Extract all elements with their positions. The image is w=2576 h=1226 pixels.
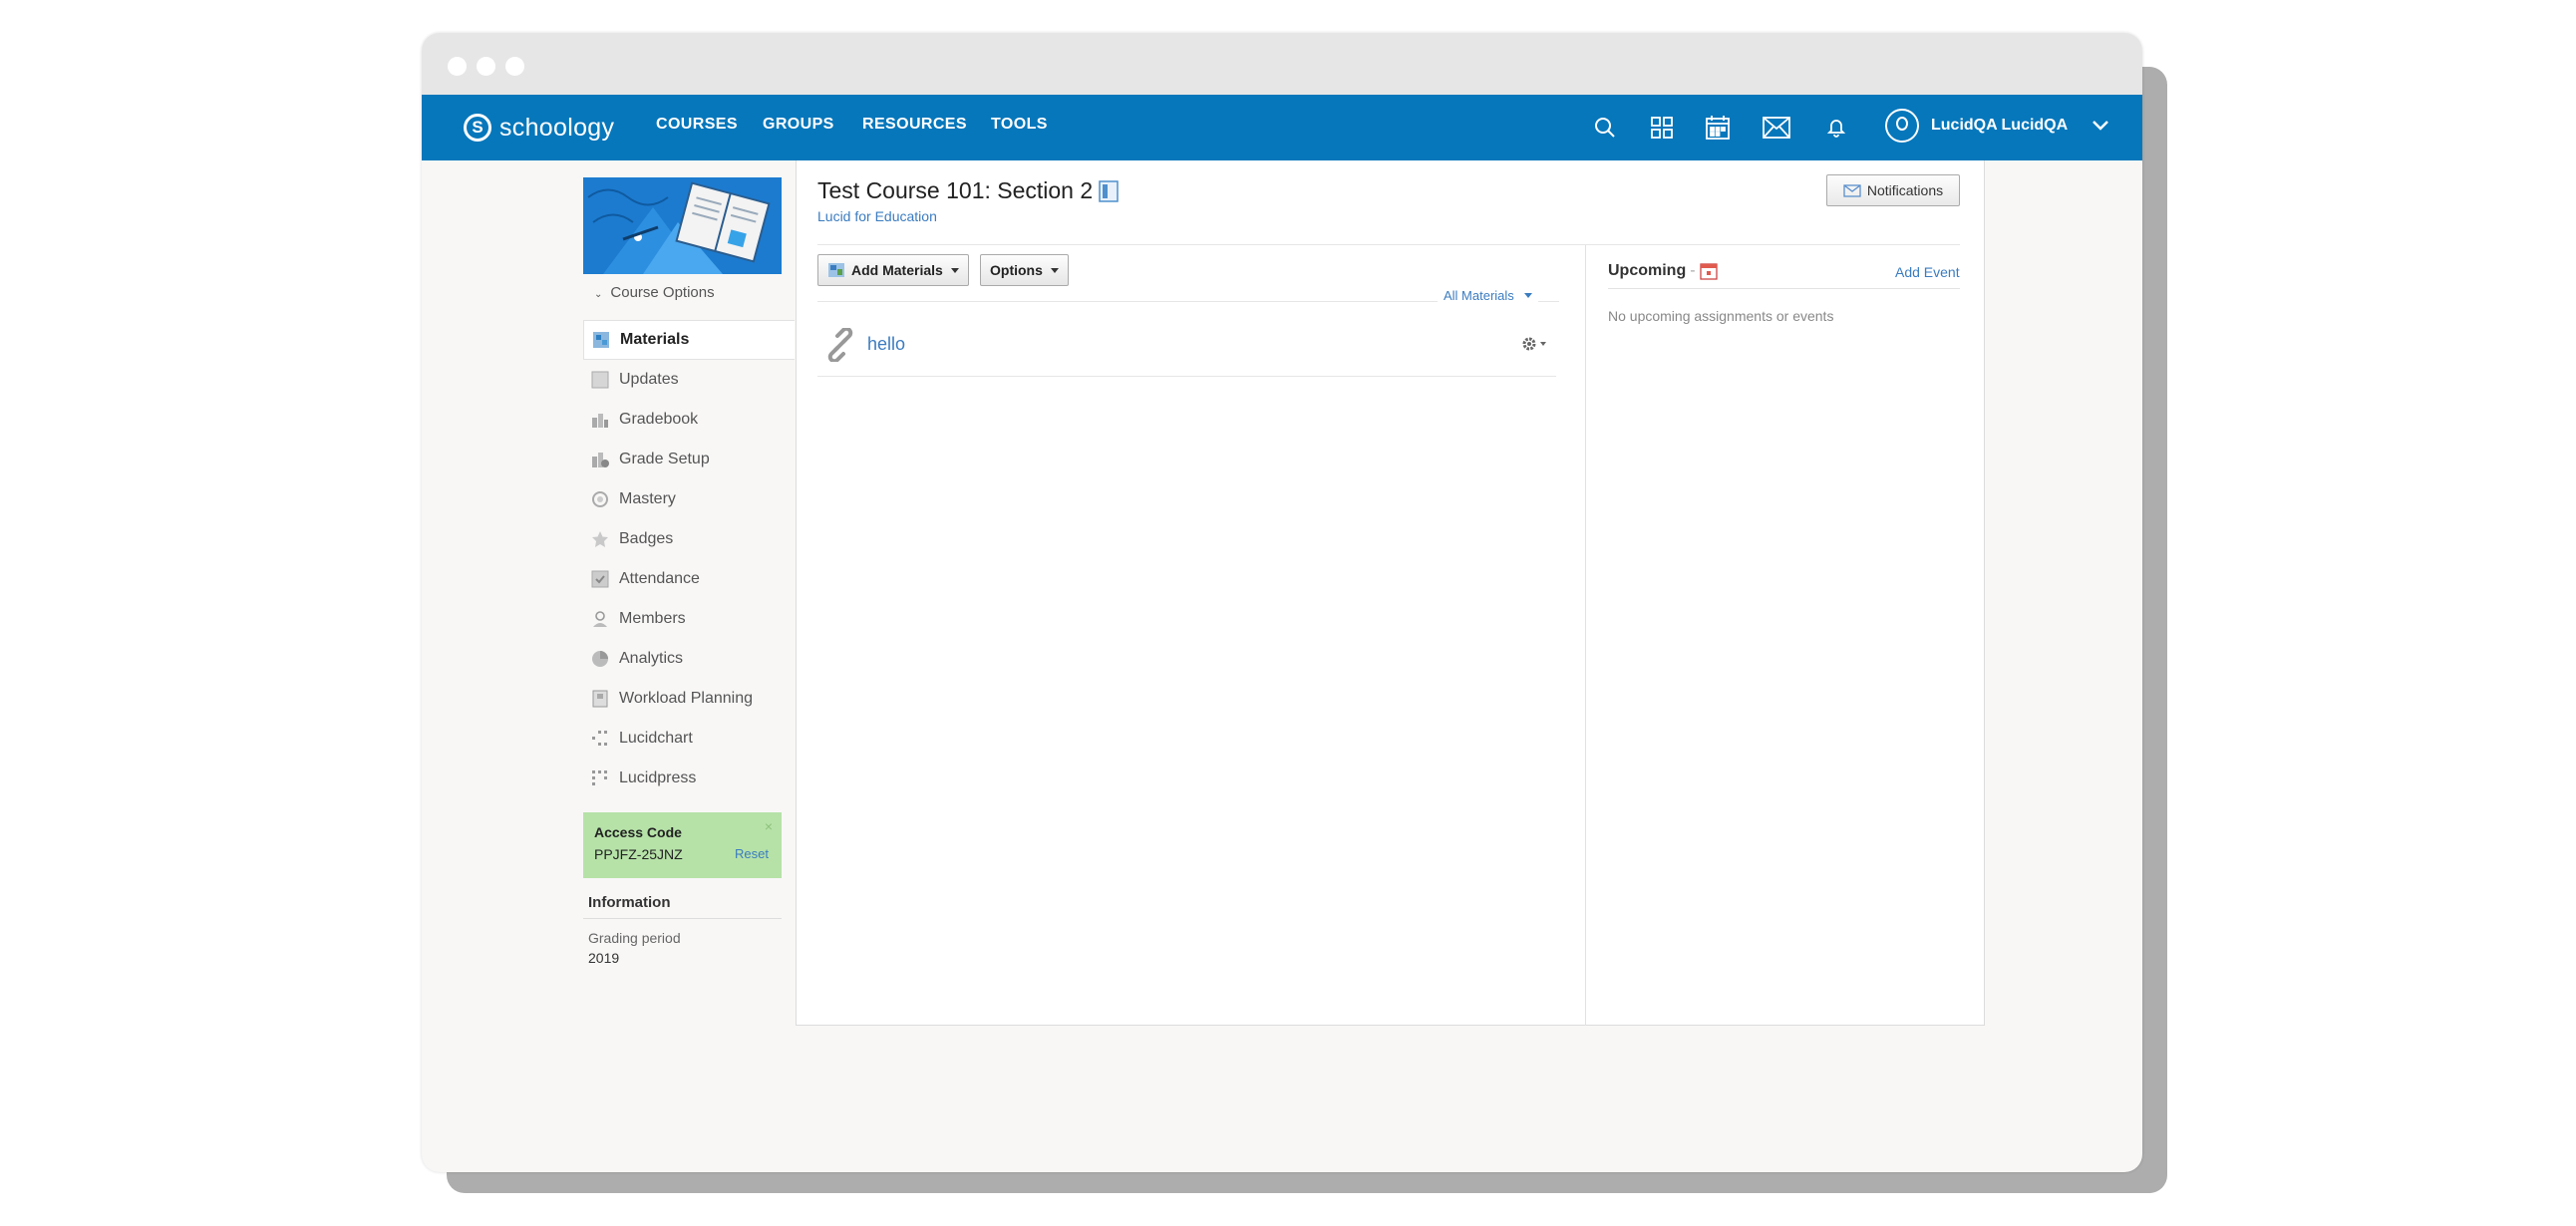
access-code-reset-link[interactable]: Reset (735, 846, 769, 861)
chevron-down-icon (2092, 120, 2109, 132)
material-title-link[interactable]: hello (867, 334, 905, 355)
mail-icon (1843, 183, 1861, 197)
apps-grid-icon[interactable] (1645, 111, 1679, 145)
sidebar-item-materials[interactable]: Materials (583, 320, 795, 360)
calendar-icon[interactable] (1699, 262, 1718, 280)
nav-resources[interactable]: RESOURCES (862, 116, 967, 134)
nav-courses[interactable]: COURSES (656, 116, 738, 134)
mastery-icon (591, 490, 609, 508)
material-item: hello (817, 318, 1556, 377)
nav-tools[interactable]: TOOLS (991, 116, 1048, 134)
access-code-label: Access Code (594, 824, 682, 840)
upcoming-heading: Upcoming - (1608, 262, 1718, 280)
information-heading: Information (588, 894, 671, 911)
all-materials-filter[interactable]: All Materials (1438, 288, 1538, 303)
sidebar-item-members[interactable]: Members (583, 599, 795, 639)
divider (817, 244, 1960, 245)
window-dot-maximize[interactable] (505, 57, 524, 76)
bell-icon[interactable] (1819, 111, 1853, 145)
sidebar-item-grade-setup[interactable]: Grade Setup (583, 440, 795, 479)
search-icon[interactable] (1588, 111, 1622, 145)
updates-icon (591, 371, 609, 389)
sidebar-item-updates[interactable]: Updates (583, 360, 795, 400)
gear-icon[interactable] (1521, 336, 1546, 352)
browser-window: S schoology COURSES GROUPS RESOURCES TOO… (422, 33, 2142, 1172)
notifications-button[interactable]: Notifications (1826, 174, 1960, 206)
sidebar-item-workload-planning[interactable]: Workload Planning (583, 679, 795, 719)
options-button[interactable]: Options (980, 254, 1069, 286)
caret-down-icon (1050, 267, 1059, 273)
course-banner-image (583, 177, 782, 274)
add-materials-icon (827, 262, 845, 278)
divider (1608, 288, 1960, 289)
link-icon (823, 328, 857, 362)
attendance-icon (591, 570, 609, 588)
add-event-link[interactable]: Add Event (1895, 264, 1960, 280)
course-left-nav: Materials Updates Gradebook Grade Setup … (583, 320, 795, 798)
user-menu[interactable]: LucidQA LucidQA (1885, 109, 2109, 143)
schoology-s-icon: S (464, 114, 491, 142)
access-code-value: PPJFZ-25JNZ (594, 846, 683, 862)
workload-icon (591, 690, 609, 708)
caret-down-icon (950, 267, 959, 273)
calendar-icon[interactable] (1701, 111, 1735, 145)
course-options-toggle[interactable]: ⌄ Course Options (594, 284, 715, 301)
close-icon[interactable]: × (765, 818, 773, 834)
lucidpress-icon (591, 769, 609, 787)
members-icon (591, 610, 609, 628)
window-dot-close[interactable] (448, 57, 467, 76)
mail-icon[interactable] (1760, 111, 1793, 145)
upcoming-empty-message: No upcoming assignments or events (1608, 308, 1834, 324)
sidebar-item-badges[interactable]: Badges (583, 519, 795, 559)
course-info-icon[interactable] (1099, 179, 1119, 202)
top-navigation-bar: S schoology COURSES GROUPS RESOURCES TOO… (422, 95, 2142, 160)
chevron-down-icon: ⌄ (594, 289, 603, 300)
nav-groups[interactable]: GROUPS (763, 116, 834, 134)
avatar (1885, 109, 1919, 143)
sidebar-item-gradebook[interactable]: Gradebook (583, 400, 795, 440)
divider (583, 918, 782, 919)
add-materials-button[interactable]: Add Materials (817, 254, 969, 286)
analytics-icon (591, 650, 609, 668)
grading-period-value: 2019 (588, 950, 620, 966)
schoology-logo[interactable]: S schoology (464, 110, 614, 146)
window-dot-minimize[interactable] (477, 57, 495, 76)
course-subtitle-link[interactable]: Lucid for Education (817, 208, 937, 224)
access-code-box: Access Code PPJFZ-25JNZ × Reset (583, 812, 782, 878)
caret-down-icon (1540, 342, 1546, 346)
lucidchart-icon (591, 730, 609, 748)
browser-chrome (422, 33, 2142, 95)
column-divider (1585, 245, 1586, 1026)
course-content-panel (796, 160, 1985, 1026)
sidebar-item-analytics[interactable]: Analytics (583, 639, 795, 679)
sidebar-item-attendance[interactable]: Attendance (583, 559, 795, 599)
materials-icon (592, 331, 610, 349)
page-title: Test Course 101: Section 2 (817, 177, 1119, 204)
badges-icon (591, 530, 609, 548)
grade-setup-icon (591, 451, 609, 468)
sidebar-item-mastery[interactable]: Mastery (583, 479, 795, 519)
grading-period-label: Grading period (588, 930, 681, 946)
sidebar-item-lucidchart[interactable]: Lucidchart (583, 719, 795, 759)
user-name: LucidQA LucidQA (1931, 117, 2069, 134)
gradebook-icon (591, 411, 609, 429)
sidebar-item-lucidpress[interactable]: Lucidpress (583, 759, 795, 798)
caret-down-icon (1523, 293, 1532, 298)
